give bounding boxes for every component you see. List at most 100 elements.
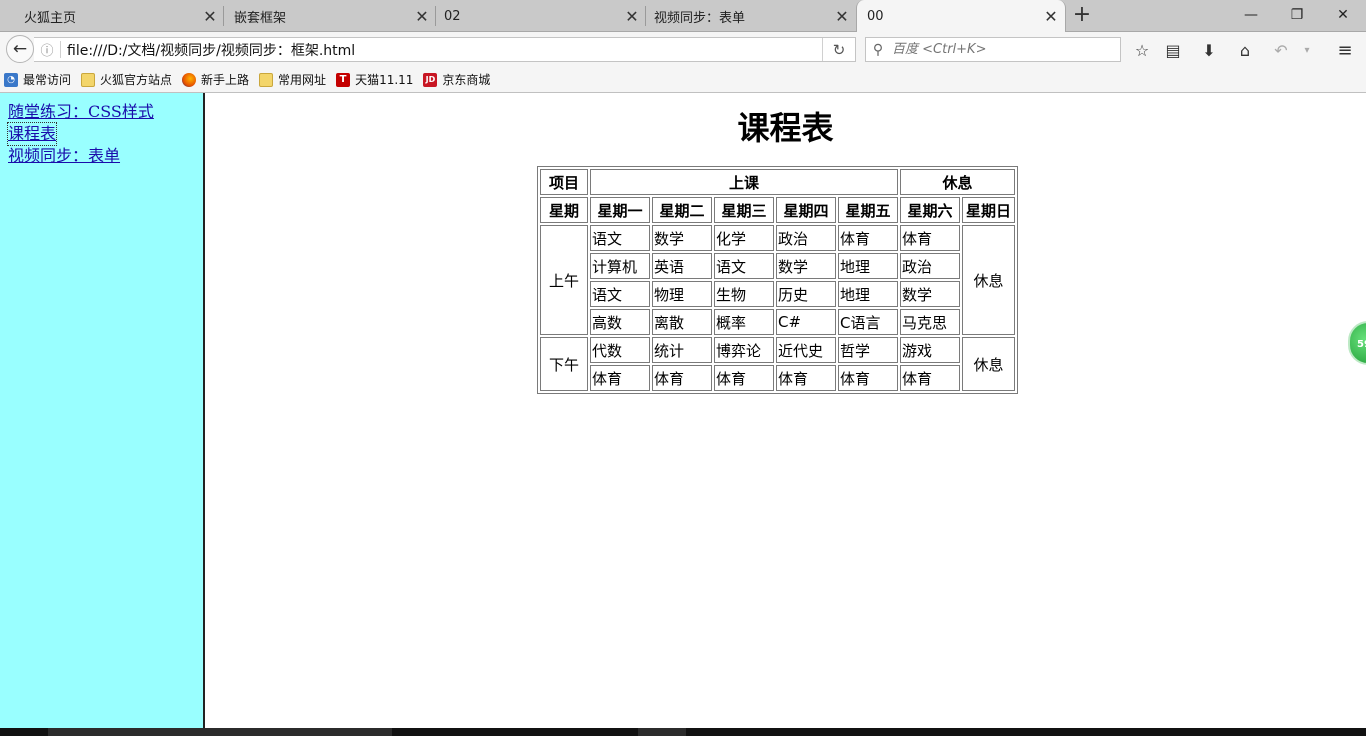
weekday-header: 星期六: [900, 197, 961, 223]
close-icon[interactable]: ✕: [828, 7, 856, 26]
course-cell: 地理: [838, 253, 899, 279]
bookmark-jd[interactable]: JD 京东商城: [423, 71, 490, 88]
search-input[interactable]: [890, 41, 1114, 58]
course-cell: C语言: [838, 309, 899, 335]
close-icon[interactable]: ✕: [618, 7, 646, 26]
link-video-form[interactable]: 视频同步：表单: [8, 145, 120, 167]
tab-00-active[interactable]: 00 ✕: [856, 0, 1066, 33]
reload-icon[interactable]: ↻: [822, 38, 855, 61]
undo-icon[interactable]: ↶: [1268, 38, 1294, 62]
new-tab-plus-icon[interactable]: +: [1070, 4, 1094, 28]
weekday-header: 星期: [540, 197, 589, 223]
course-cell: 马克思: [900, 309, 961, 335]
menu-hamburger-icon[interactable]: ≡: [1332, 38, 1358, 62]
course-cell: 统计: [652, 337, 713, 363]
page-title: 课程表: [737, 109, 834, 147]
link-schedule[interactable]: 课程表: [6, 122, 58, 146]
back-arrow-icon[interactable]: ←: [6, 35, 34, 63]
close-icon[interactable]: ✕: [196, 7, 224, 26]
course-cell: 数学: [776, 253, 837, 279]
course-cell: C#: [776, 309, 837, 335]
course-cell: 体育: [900, 365, 961, 391]
chevron-down-icon[interactable]: ▾: [1294, 38, 1320, 62]
tab-label: 火狐主页: [24, 10, 77, 26]
course-cell: 政治: [900, 253, 961, 279]
tmall-icon: T: [336, 72, 351, 87]
bookmark-getting-started[interactable]: 新手上路: [182, 71, 249, 88]
table-row: 高数 离散 概率 C# C语言 马克思: [540, 309, 1015, 335]
tab-label: 嵌套框架: [234, 10, 287, 26]
weekday-header: 星期四: [776, 197, 837, 223]
bookmark-tmall[interactable]: T 天猫11.11: [336, 71, 413, 88]
course-cell: 近代史: [776, 337, 837, 363]
course-cell: 哲学: [838, 337, 899, 363]
course-cell: 计算机: [590, 253, 651, 279]
reading-list-icon[interactable]: ▤: [1160, 38, 1186, 62]
course-cell: 历史: [776, 281, 837, 307]
frame-link-list: 随堂练习：CSS样式 课程表 视频同步：表单: [0, 93, 203, 167]
course-cell: 生物: [714, 281, 775, 307]
course-cell: 体育: [900, 225, 961, 251]
course-cell: 数学: [652, 225, 713, 251]
tab-huohu-home[interactable]: 火狐主页 ✕: [0, 0, 224, 32]
course-cell: 体育: [776, 365, 837, 391]
most-visited-icon: ◔: [4, 72, 18, 87]
tab-strip: 火狐主页 ✕ 嵌套框架 ✕ 02 ✕ 视频同步：表单 ✕ 00 ✕ + — ❐ …: [0, 0, 1366, 33]
tab-02[interactable]: 02 ✕: [436, 0, 646, 32]
home-icon[interactable]: ⌂: [1232, 38, 1258, 62]
restore-button[interactable]: ❐: [1274, 0, 1320, 30]
tab-nested-frames[interactable]: 嵌套框架 ✕: [224, 0, 436, 32]
close-window-button[interactable]: ✕: [1320, 0, 1366, 30]
course-cell: 体育: [590, 365, 651, 391]
course-cell: 体育: [714, 365, 775, 391]
course-cell: 政治: [776, 225, 837, 251]
info-icon[interactable]: ⓘ: [34, 40, 60, 59]
header-item-cell: 项目: [540, 169, 589, 195]
header-class-cell: 上课: [590, 169, 899, 195]
bookmarks-toolbar: ◔ 最常访问 火狐官方站点 新手上路 常用网址 T 天猫11.11 JD 京东商…: [0, 67, 1366, 93]
search-box[interactable]: ⚲: [865, 37, 1121, 62]
table-row: 下午 代数 统计 博弈论 近代史 哲学 游戏 休息: [540, 337, 1016, 391]
address-bar[interactable]: ⓘ file:///D:/文档/视频同步/视频同步：框架.html ↻: [34, 37, 856, 62]
course-cell: 语文: [590, 281, 651, 307]
table-row: 体育 体育 体育 体育 体育 体育: [540, 365, 1015, 391]
sunday-rest-cell: 休息: [962, 225, 1016, 335]
minimize-button[interactable]: —: [1228, 0, 1274, 30]
url-text[interactable]: file:///D:/文档/视频同步/视频同步：框架.html: [67, 40, 355, 60]
course-cell: 英语: [652, 253, 713, 279]
main-content-frame: 课程表 项目 上课 休息 星期 星期一 星期二 星期三 星期四 星期五 星期六 …: [205, 93, 1366, 728]
bookmark-most-visited[interactable]: ◔ 最常访问: [4, 71, 71, 88]
taskbar: [0, 728, 1366, 736]
course-cell: 体育: [838, 225, 899, 251]
tab-label: 00: [867, 9, 884, 24]
bookmark-star-icon[interactable]: ☆: [1129, 38, 1155, 62]
link-css-practice[interactable]: 随堂练习：CSS样式: [8, 101, 154, 123]
period-label-cell: 下午: [540, 337, 589, 391]
weekday-header: 星期二: [652, 197, 713, 223]
folder-icon: [259, 72, 274, 87]
course-cell: 物理: [652, 281, 713, 307]
course-cell: 离散: [652, 309, 713, 335]
tab-video-form[interactable]: 视频同步：表单 ✕: [646, 0, 856, 32]
downloads-icon[interactable]: ⬇: [1196, 38, 1222, 62]
sunday-rest-cell: 休息: [962, 337, 1016, 391]
close-icon[interactable]: ✕: [1037, 7, 1065, 26]
folder-icon: [81, 72, 96, 87]
course-cell: 数学: [900, 281, 961, 307]
weekday-header: 星期三: [714, 197, 775, 223]
period-label-cell: 上午: [540, 225, 589, 335]
tab-label: 02: [444, 8, 461, 24]
course-cell: 代数: [590, 337, 651, 363]
course-cell: 语文: [590, 225, 651, 251]
course-cell: 化学: [714, 225, 775, 251]
bookmark-firefox-official[interactable]: 火狐官方站点: [81, 71, 172, 88]
navigation-toolbar: ← ⓘ file:///D:/文档/视频同步/视频同步：框架.html ↻ ⚲ …: [0, 32, 1366, 67]
schedule-table: 项目 上课 休息 星期 星期一 星期二 星期三 星期四 星期五 星期六 星期日 …: [537, 166, 1019, 394]
weekday-header: 星期一: [590, 197, 651, 223]
course-cell: 博弈论: [714, 337, 775, 363]
schedule-body: 项目 上课 休息 星期 星期一 星期二 星期三 星期四 星期五 星期六 星期日 …: [540, 169, 1016, 391]
bookmark-common-sites[interactable]: 常用网址: [259, 71, 326, 88]
course-cell: 地理: [838, 281, 899, 307]
firefox-icon: [182, 72, 197, 87]
close-icon[interactable]: ✕: [408, 7, 436, 26]
